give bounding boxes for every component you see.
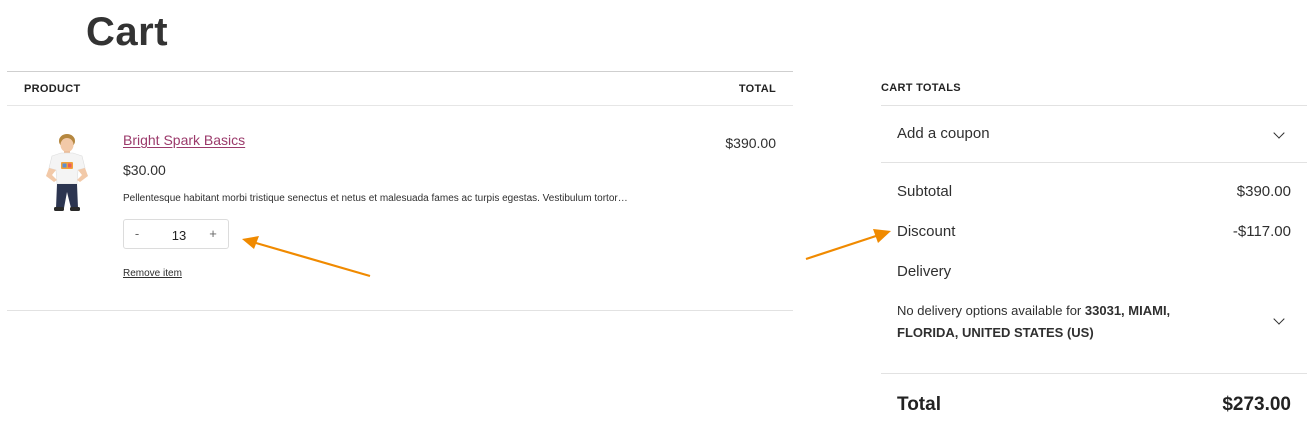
divider: [881, 373, 1307, 374]
product-image[interactable]: [40, 132, 92, 212]
product-name-link[interactable]: Bright Spark Basics: [123, 132, 245, 148]
column-header-product: PRODUCT: [24, 83, 81, 95]
cart-items-table: PRODUCT TOTAL Bright Spark Basics $30.00…: [7, 71, 793, 311]
remove-item-link[interactable]: Remove item: [123, 268, 182, 279]
order-total-label: Total: [897, 394, 941, 415]
quantity-input[interactable]: [154, 224, 204, 246]
delivery-note-text: No delivery options available for: [897, 303, 1082, 318]
delivery-label: Delivery: [897, 263, 952, 280]
column-header-total: TOTAL: [738, 83, 776, 95]
line-total: $390.00: [725, 135, 776, 151]
quantity-decrease-button[interactable]: -: [130, 226, 144, 241]
quantity-stepper: - +: [123, 219, 229, 249]
add-coupon-label: Add a coupon: [897, 125, 990, 142]
table-header: PRODUCT TOTAL: [7, 72, 793, 106]
order-total-value: $273.00: [1222, 394, 1291, 415]
quantity-increase-button[interactable]: +: [206, 226, 220, 241]
cart-totals-panel: CART TOTALS Add a coupon Subtotal $390.0…: [881, 71, 1307, 423]
arrow-to-discount: [805, 229, 891, 261]
cart-totals-heading: CART TOTALS: [881, 82, 961, 94]
product-unit-price: $30.00: [123, 162, 166, 178]
divider: [881, 162, 1307, 163]
delivery-options-message: No delivery options available for 33031,…: [897, 300, 1227, 344]
discount-label: Discount: [897, 223, 956, 240]
discount-value: -$117.00: [1232, 223, 1291, 240]
subtotal-label: Subtotal: [897, 183, 953, 200]
subtotal-value: $390.00: [1236, 183, 1291, 200]
chevron-down-icon: [1273, 127, 1285, 139]
delivery-chevron-down-icon[interactable]: [1273, 313, 1285, 325]
product-description: Pellentesque habitant morbi tristique se…: [123, 193, 628, 204]
page-title: Cart: [86, 10, 169, 54]
add-coupon-toggle[interactable]: Add a coupon: [881, 106, 1307, 162]
